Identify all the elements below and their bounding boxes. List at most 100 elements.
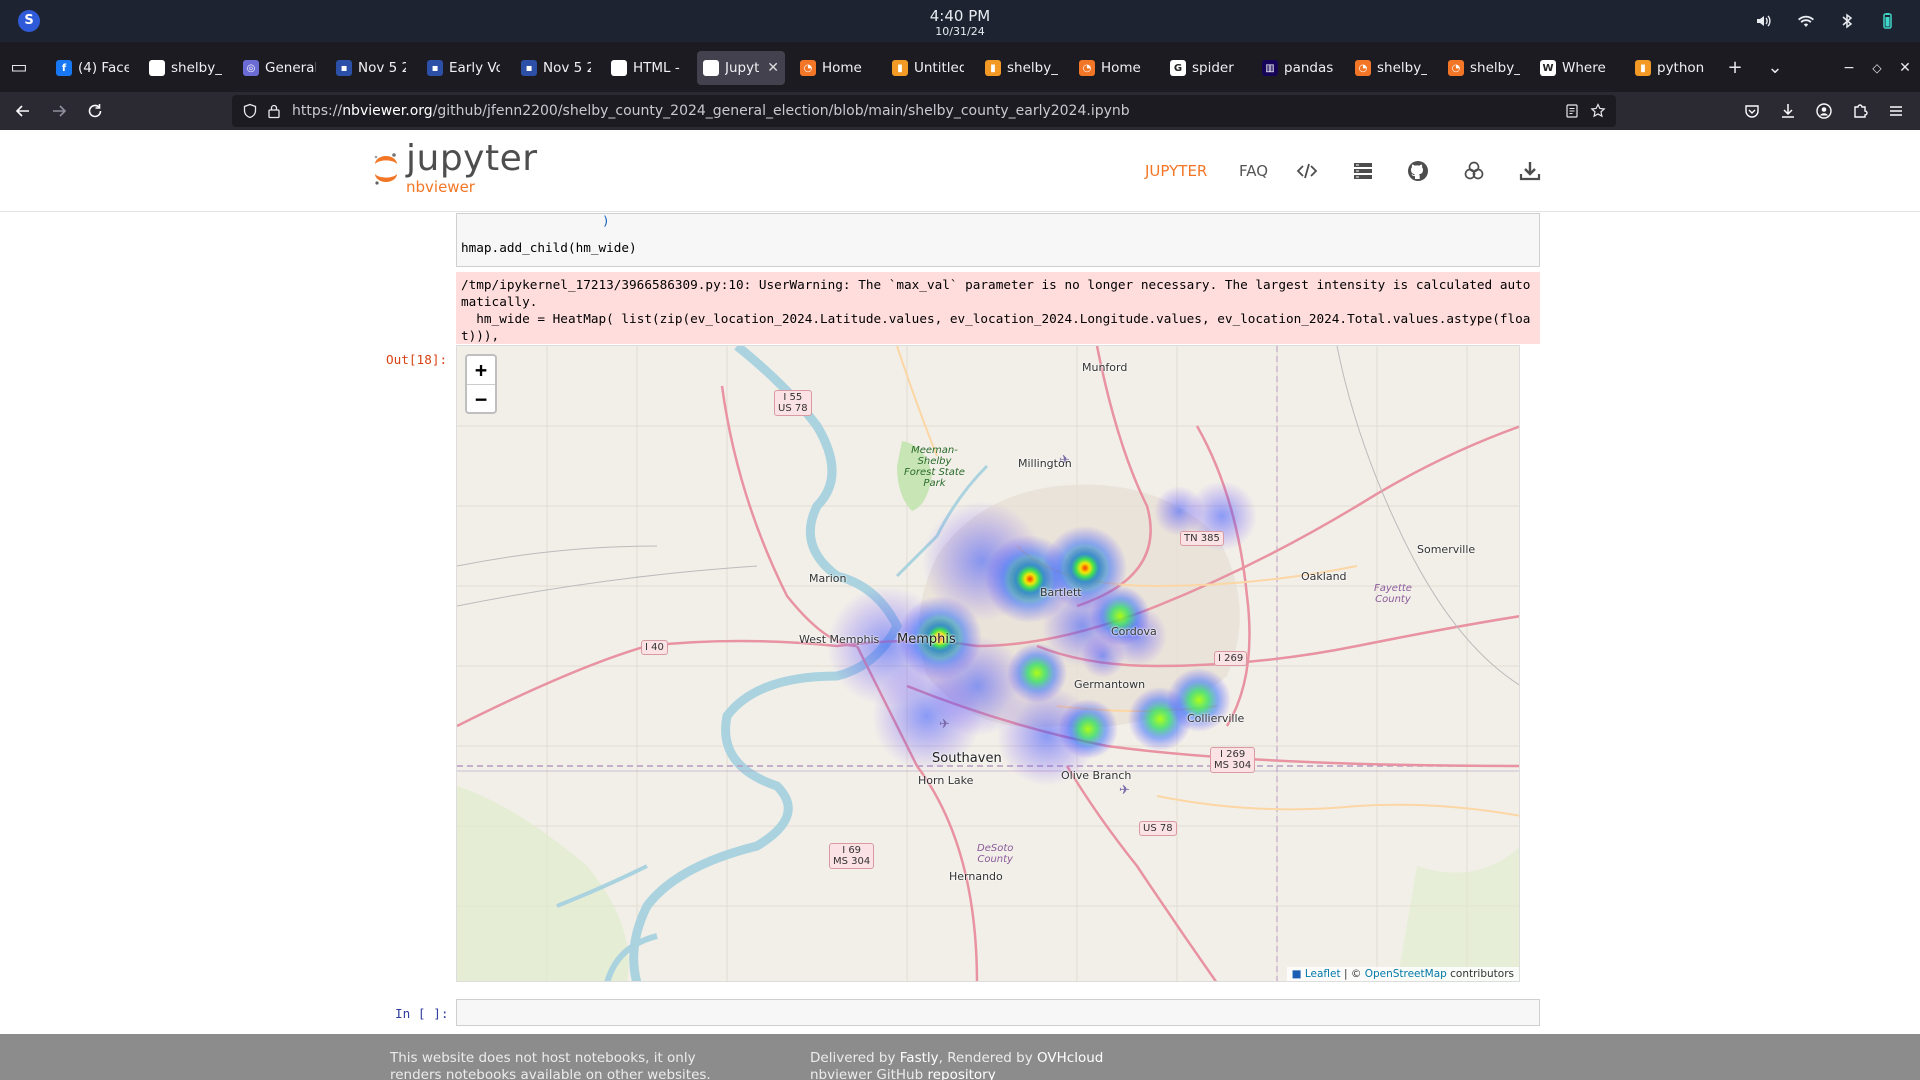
app-menu-icon[interactable] xyxy=(1887,102,1905,120)
empty-code-cell[interactable] xyxy=(456,999,1540,1026)
bluetooth-icon[interactable] xyxy=(1838,12,1856,30)
city-label-bartlett: Bartlett xyxy=(1040,586,1082,599)
maximize-icon[interactable]: ◇ xyxy=(1868,59,1886,77)
reader-view-icon[interactable] xyxy=(1564,103,1580,119)
downloads-icon[interactable] xyxy=(1779,102,1797,120)
shield-us78: US 78 xyxy=(1139,821,1177,836)
browser-tab[interactable]: ▮ shelby_ xyxy=(979,51,1064,85)
browser-tab[interactable]: ▪ Nov 5 2 xyxy=(515,51,597,85)
out-prompt: Out[18]: xyxy=(386,352,448,367)
tab-strip: ▭ f (4) Face shelby_ ◎ General ▪ Nov 5 2 ▪ Early… xyxy=(0,42,1920,92)
tab-label: Nov 5 2 xyxy=(358,60,406,76)
zoom-in-button[interactable]: + xyxy=(467,356,495,384)
browser-tab[interactable]: ◔ shelby_ xyxy=(1349,51,1433,85)
leaflet-flag-icon: ■ xyxy=(1291,968,1302,980)
browser-tab[interactable]: W Where xyxy=(1534,51,1619,85)
orange-favicon-icon: ◔ xyxy=(1355,60,1371,76)
fastly-link[interactable]: Fastly xyxy=(900,1050,939,1066)
pocket-icon[interactable] xyxy=(1743,102,1761,120)
github-favicon-icon xyxy=(149,60,165,76)
browser-tab[interactable]: ▪ Early Vo xyxy=(421,51,506,85)
server-icon[interactable] xyxy=(1352,160,1374,182)
browser-tab[interactable]: ▪ Nov 5 2 xyxy=(330,51,412,85)
close-window-icon[interactable]: ✕ xyxy=(1896,59,1914,77)
city-label-munford: Munford xyxy=(1082,361,1128,374)
url-text[interactable]: https://nbviewer.org/github/jfenn2200/sh… xyxy=(292,103,1130,119)
code-line: hmap.add_child(hm_wide) xyxy=(461,240,637,255)
footer-credits: Delivered by Fastly, Rendered by OVHclou… xyxy=(810,1050,1210,1080)
shield-i69-ms304: I 69 MS 304 xyxy=(829,843,875,869)
ovhcloud-link[interactable]: OVHcloud xyxy=(1037,1050,1103,1066)
navigation-bar: https://nbviewer.org/github/jfenn2200/sh… xyxy=(0,92,1920,130)
shield-text: I 269 MS 304 xyxy=(1214,749,1252,771)
tab-overview-icon[interactable]: ▭ xyxy=(10,59,28,77)
wifi-icon[interactable] xyxy=(1797,12,1815,30)
browser-tab[interactable]: ▮ python xyxy=(1629,51,1713,85)
city-label-hernando: Hernando xyxy=(949,870,1003,883)
tab-label: Home xyxy=(822,60,862,76)
clock[interactable]: 4:40 PM 10/31/24 xyxy=(0,8,1920,39)
close-tab-icon[interactable]: ✕ xyxy=(767,60,779,76)
repo-prefix-text: nbviewer GitHub xyxy=(810,1067,928,1080)
tab-list-button[interactable]: ⌄ xyxy=(1766,59,1784,77)
browser-tab[interactable]: ◔ shelby_ xyxy=(1442,51,1526,85)
delivered-by-text: Delivered by xyxy=(810,1050,900,1066)
park-label-meeman-shelby: Meeman- Shelby Forest State Park xyxy=(904,445,965,489)
volume-icon[interactable] xyxy=(1755,12,1773,30)
heatmap-map[interactable]: ✈ ✈ ✈ + − Munford Millington Marion West… xyxy=(456,345,1520,982)
battery-icon[interactable] xyxy=(1878,12,1896,30)
browser-tab[interactable]: Gspider xyxy=(1164,51,1248,85)
browser-tab[interactable]: HTML - xyxy=(605,51,690,85)
wiki-favicon-icon: W xyxy=(1540,60,1556,76)
shield-text: I 69 MS 304 xyxy=(833,845,871,867)
jupyter-logo-icon xyxy=(374,153,397,185)
shield-text: I 40 xyxy=(645,642,664,653)
url-path: /github/jfenn2200/shelby_county_2024_gen… xyxy=(432,103,1130,119)
svg-text:✈: ✈ xyxy=(1119,783,1130,798)
back-icon[interactable] xyxy=(14,102,32,120)
reload-icon[interactable] xyxy=(86,102,104,120)
browser-tab[interactable]: f (4) Face xyxy=(50,51,135,85)
bookmark-star-icon[interactable] xyxy=(1590,103,1606,119)
forward-icon[interactable] xyxy=(50,102,68,120)
logo-subtitle: nbviewer xyxy=(406,178,475,196)
new-tab-button[interactable]: + xyxy=(1726,59,1744,77)
attribution-separator: | © xyxy=(1340,968,1365,980)
zoom-out-button[interactable]: − xyxy=(467,384,495,412)
browser-tab[interactable]: ◔ Home xyxy=(794,51,878,85)
page-content: jupyter nbviewer JUPYTER FAQ ) hmap.add_… xyxy=(0,130,1920,1080)
extensions-icon[interactable] xyxy=(1851,102,1869,120)
browser-tab[interactable]: ▥ pandas xyxy=(1256,51,1340,85)
city-label-somerville: Somerville xyxy=(1417,543,1476,556)
city-label-cordova: Cordova xyxy=(1111,625,1157,638)
browser-tab[interactable]: ▮ Untitled xyxy=(886,51,970,85)
nav-link-jupyter[interactable]: JUPYTER xyxy=(1145,162,1207,180)
tab-label: General xyxy=(265,60,316,76)
logo-wordmark: jupyter xyxy=(406,138,538,179)
leaflet-link[interactable]: Leaflet xyxy=(1305,968,1341,980)
tab-label: shelby_ xyxy=(1470,60,1520,76)
minimize-icon[interactable]: − xyxy=(1840,59,1858,77)
nav-link-faq[interactable]: FAQ xyxy=(1239,162,1268,180)
tab-label: pandas xyxy=(1284,60,1334,76)
download-icon[interactable] xyxy=(1519,160,1541,182)
tab-label: shelby_ xyxy=(1377,60,1427,76)
account-icon[interactable] xyxy=(1815,102,1833,120)
code-cell-input[interactable]: ) hmap.add_child(hm_wide) xyxy=(456,213,1540,267)
notebook-icon[interactable] xyxy=(1463,160,1485,182)
browser-tab[interactable]: ◎ General xyxy=(237,51,322,85)
osm-link[interactable]: OpenStreetMap xyxy=(1365,968,1447,980)
tab-label: Jupyt xyxy=(725,60,760,76)
city-label-west-memphis: West Memphis xyxy=(799,633,880,646)
browser-tab[interactable]: ◔ Home xyxy=(1073,51,1157,85)
tab-label: Untitled xyxy=(914,60,964,76)
footer-disclaimer: This website does not host notebooks, it… xyxy=(390,1050,711,1080)
browser-tab[interactable]: shelby_ xyxy=(143,51,228,85)
lock-icon[interactable] xyxy=(266,103,282,119)
shield-icon[interactable] xyxy=(242,103,258,119)
code-icon[interactable] xyxy=(1296,160,1318,182)
github-icon[interactable] xyxy=(1407,160,1429,182)
browser-tab[interactable]: Jupyt ✕ xyxy=(697,51,785,85)
repository-link[interactable]: repository xyxy=(927,1067,995,1080)
url-bar[interactable]: https://nbviewer.org/github/jfenn2200/sh… xyxy=(232,95,1616,127)
